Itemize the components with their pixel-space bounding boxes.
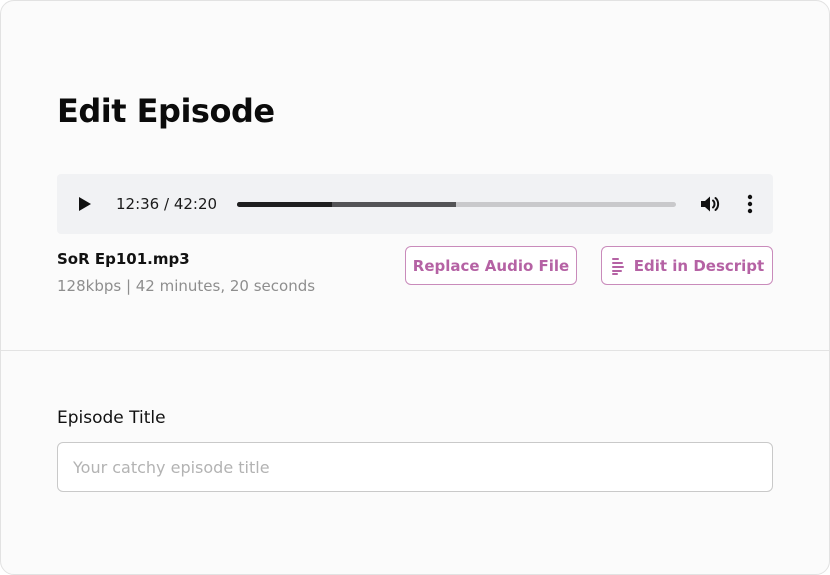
audio-file-name: SoR Ep101.mp3 — [57, 250, 190, 268]
replace-audio-file-button[interactable]: Replace Audio File — [405, 246, 577, 285]
played-progress — [237, 202, 332, 207]
play-icon — [79, 197, 91, 211]
volume-button[interactable] — [698, 192, 722, 216]
more-vertical-icon — [747, 194, 753, 214]
edit-episode-card: Edit Episode 12:36 / 42:20 SoR Ep101.mp3… — [0, 0, 830, 575]
more-options-button[interactable] — [743, 193, 757, 217]
edit-in-descript-label: Edit in Descript — [633, 256, 765, 275]
volume-icon — [701, 196, 720, 212]
audio-file-details: 128kbps | 42 minutes, 20 seconds — [57, 277, 316, 295]
seek-bar[interactable] — [237, 202, 676, 207]
play-button[interactable] — [75, 194, 95, 214]
episode-title-input[interactable] — [57, 442, 773, 492]
descript-logo-icon — [611, 257, 624, 275]
audio-player: 12:36 / 42:20 — [57, 174, 773, 234]
episode-title-label: Episode Title — [57, 408, 166, 428]
page-title: Edit Episode — [57, 92, 275, 130]
edit-in-descript-button[interactable]: Edit in Descript — [601, 246, 773, 285]
section-divider — [1, 350, 829, 351]
replace-audio-file-label: Replace Audio File — [412, 256, 570, 275]
playback-time: 12:36 / 42:20 — [116, 195, 218, 213]
